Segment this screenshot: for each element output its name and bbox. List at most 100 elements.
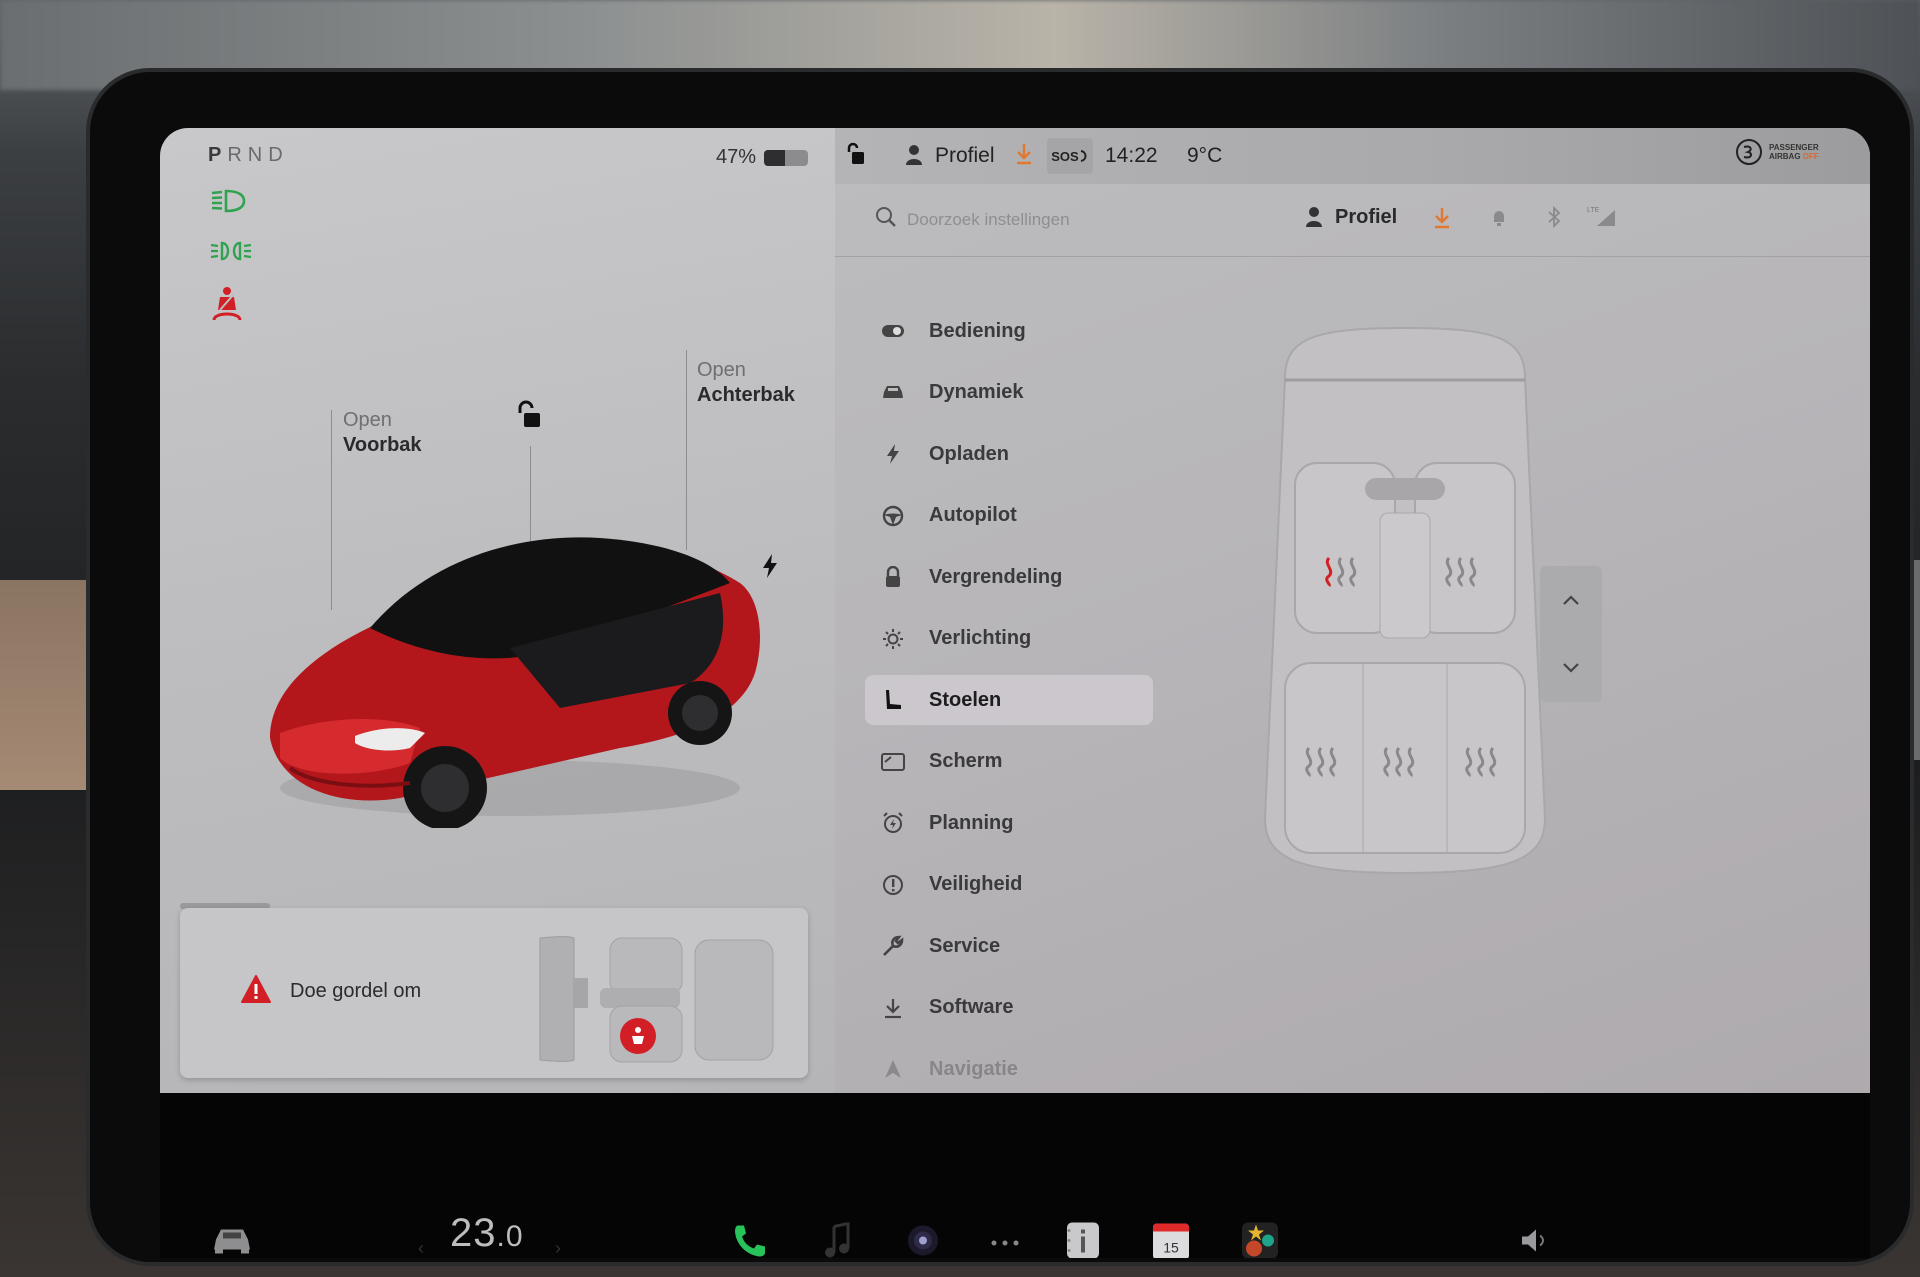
passenger-airbag-status: PASSENGER AIRBAG OFF (1735, 138, 1819, 166)
sos-button[interactable]: SOS (1047, 138, 1093, 174)
menu-item-label: Vergrendeling (929, 565, 1063, 588)
seat-occupancy-map (539, 936, 774, 1063)
seat-scroll-control (1540, 566, 1602, 702)
menu-item-stoelen[interactable]: Stoelen (865, 675, 1153, 725)
phone-app-icon[interactable] (732, 1223, 768, 1259)
update-available-icon[interactable] (1015, 142, 1033, 172)
menu-item-autopilot[interactable]: Autopilot (865, 491, 1165, 541)
calendar-app-icon[interactable]: 15 (1152, 1221, 1190, 1258)
menu-item-dynamiek[interactable]: Dynamiek (865, 368, 1165, 418)
seatbelt-warning-icon (210, 286, 244, 327)
menu-item-opladen[interactable]: Opladen (865, 429, 1165, 479)
alert-circle-icon (881, 873, 905, 897)
gear-selector: PRND (208, 144, 289, 167)
menu-item-label: Stoelen (929, 688, 1002, 711)
camera-app-icon[interactable] (906, 1224, 940, 1259)
steering-wheel-icon (881, 504, 905, 528)
cabin-seat-heater-map (1263, 326, 1547, 875)
unlock-icon[interactable] (514, 400, 544, 435)
frunk-label: Voorbak (343, 434, 422, 456)
menu-item-navigatie[interactable]: Navigatie (865, 1044, 1165, 1094)
sos-label: SOS (1051, 148, 1079, 164)
warning-triangle-icon (240, 974, 272, 1009)
toybox-app-icon[interactable] (1240, 1221, 1280, 1258)
menu-item-planning[interactable]: Planning (865, 798, 1165, 848)
sun-icon (881, 627, 905, 651)
scroll-up-button[interactable] (1540, 566, 1602, 634)
battery-fill (764, 149, 785, 166)
parking-lights-icon (210, 240, 252, 267)
seatbelt-alert-card[interactable]: Doe gordel om (180, 908, 808, 1078)
settings-search-input[interactable] (905, 204, 1309, 236)
cabin-temperature[interactable]: 23.0 (450, 1211, 524, 1256)
airbag-line2: AIRBAG (1769, 152, 1801, 161)
profile-icon[interactable] (905, 144, 923, 172)
chevron-down-icon (1563, 663, 1579, 673)
menu-item-veiligheid[interactable]: Veiligheid (865, 860, 1165, 910)
scroll-down-button[interactable] (1540, 634, 1602, 702)
settings-panel: Profiel SOS 14:22 9°C PASSENGER AIRBAG OF… (835, 128, 1870, 1093)
alarm-clock-icon (881, 811, 905, 835)
svg-text:LTE: LTE (1587, 207, 1600, 214)
navigation-icon (881, 1057, 905, 1081)
menu-item-verlichting[interactable]: Verlichting (865, 614, 1165, 664)
menu-item-service[interactable]: Service (865, 921, 1165, 971)
more-apps-icon[interactable] (990, 1234, 1020, 1252)
menu-item-software[interactable]: Software (865, 983, 1165, 1033)
notification-bell-icon[interactable] (1491, 208, 1507, 233)
wrench-icon (881, 934, 905, 958)
battery-indicator: 47% (716, 146, 809, 169)
car-icon (881, 381, 905, 405)
bolt-icon (881, 442, 905, 466)
settings-header: Profiel LTE (835, 184, 1870, 257)
chevron-up-icon (1563, 595, 1579, 605)
airbag-line1: PASSENGER (1769, 143, 1819, 152)
menu-item-label: Service (929, 934, 1001, 957)
temp-integer: 23 (450, 1211, 497, 1255)
toggle-icon (881, 319, 905, 343)
gear-p: P (208, 144, 228, 166)
gear-n: N (247, 144, 269, 166)
frunk-action: Open (343, 409, 392, 431)
header-profile-label[interactable]: Profiel (1335, 206, 1397, 229)
menu-item-bediening[interactable]: Bediening (865, 306, 1165, 356)
menu-item-label: Dynamiek (929, 381, 1024, 403)
volume-icon[interactable] (1520, 1228, 1550, 1259)
menu-item-label: Veiligheid (929, 873, 1023, 895)
download-icon (881, 996, 905, 1020)
menu-item-scherm[interactable]: Scherm (865, 737, 1165, 787)
temp-increase-button[interactable]: › (555, 1238, 561, 1258)
trunk-action: Open (697, 359, 746, 381)
menu-item-label: Software (929, 996, 1014, 1018)
airbag-icon (1736, 139, 1762, 165)
battery-bar (764, 149, 809, 166)
settings-menu: Bediening Dynamiek Opladen Autopilot Vergren… (865, 306, 1165, 1106)
bluetooth-icon[interactable] (1547, 205, 1561, 233)
menu-item-vergrendeling[interactable]: Vergrendeling (865, 552, 1165, 602)
lock-status-icon[interactable] (845, 142, 867, 172)
touchscreen: PRND 47% Open Voorbak Open Achterbak Doe… (160, 128, 1870, 1258)
car-model-image (270, 537, 760, 828)
car-controls-icon[interactable] (210, 1226, 254, 1259)
calendar-day: 15 (1163, 1240, 1179, 1256)
menu-item-label: Scherm (929, 750, 1003, 772)
menu-item-label: Bediening (929, 319, 1026, 342)
trunk-callout[interactable]: Open Achterbak (697, 358, 795, 408)
menu-item-label: Navigatie (929, 1057, 1018, 1080)
header-profile-icon[interactable] (1305, 206, 1323, 233)
gear-d: D (268, 144, 289, 166)
display-icon (881, 750, 905, 774)
alert-message: Doe gordel om (290, 980, 422, 1002)
owners-manual-icon[interactable] (1065, 1221, 1101, 1258)
temp-decrease-button[interactable]: ‹ (418, 1238, 424, 1258)
temp-decimal: .0 (496, 1220, 524, 1253)
status-profile-label[interactable]: Profiel (935, 144, 995, 168)
low-beam-headlight-icon (210, 188, 248, 219)
menu-item-label: Autopilot (929, 504, 1017, 526)
outside-temperature: 9°C (1187, 144, 1223, 167)
header-update-icon[interactable] (1433, 206, 1451, 235)
frunk-callout[interactable]: Open Voorbak (343, 408, 422, 458)
menu-item-label: Verlichting (929, 627, 1032, 649)
music-app-icon[interactable] (822, 1221, 852, 1259)
airbag-state: OFF (1802, 152, 1819, 161)
